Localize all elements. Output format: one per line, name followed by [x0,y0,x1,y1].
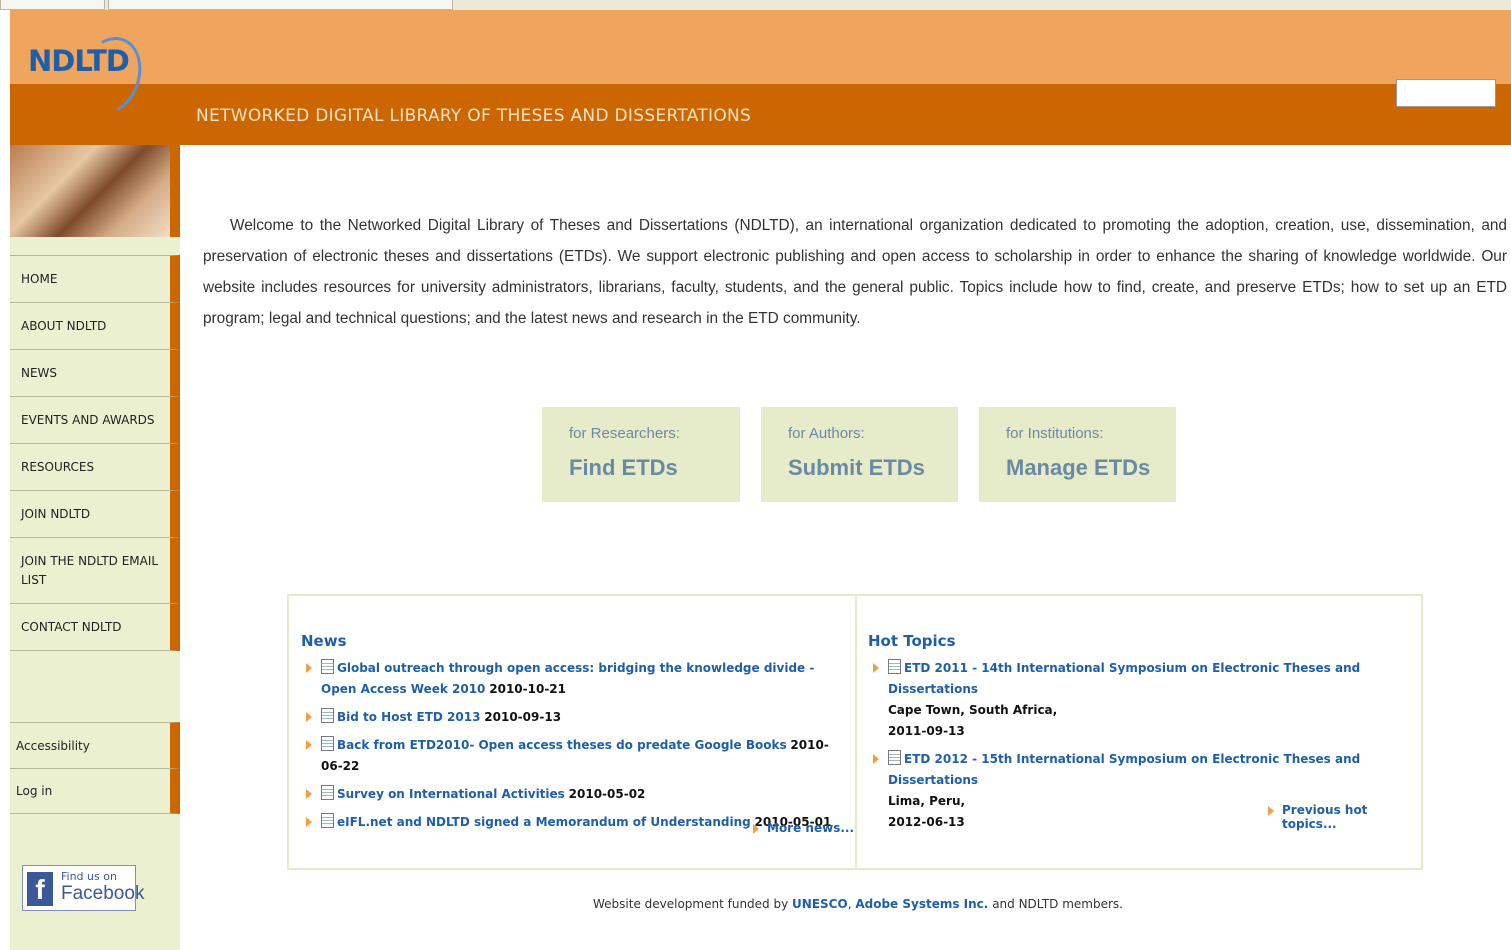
more-news-label: More news... [767,821,855,835]
bullet-arrow-icon [1268,806,1274,816]
sidebar-item-label: HOME [21,272,58,286]
bullet-arrow-icon [306,712,312,722]
cta-sub: for Institutions: [1006,425,1104,442]
list-item: Back from ETD2010- Open access theses do… [301,735,846,777]
news-heading: News [301,632,347,650]
sidebar-item-contact[interactable]: CONTACT NDLTD [10,603,180,651]
facebook-line1: Find us on [61,870,117,883]
cta-sub: for Authors: [788,425,865,442]
sidebar-item-label: NEWS [21,366,58,380]
intro-text: Welcome to the Networked Digital Library… [203,217,1507,327]
previous-hot-topics-label: Previous hot topics... [1282,803,1368,831]
cta-authors[interactable]: for Authors: Submit ETDs [761,407,958,502]
header-top-band [10,10,1511,84]
sidebar-nav: HOME ABOUT NDLTD NEWS EVENTS AND AWARDS … [10,255,180,651]
news-date: 2010-09-13 [484,710,562,724]
news-link[interactable]: Survey on International Activities [337,787,565,801]
bullet-arrow-icon [306,740,312,750]
cta-researchers[interactable]: for Researchers: Find ETDs [542,407,740,502]
hot-topics-heading: Hot Topics [868,632,956,650]
footer-prefix: Website development funded by [593,897,789,911]
news-topics-panel: News Global outreach through open access… [287,594,1423,870]
news-link[interactable]: Bid to Host ETD 2013 [337,710,480,724]
document-icon [321,708,334,723]
sidebar-photo [10,145,170,237]
document-icon [888,750,901,765]
news-link[interactable]: Back from ETD2010- Open access theses do… [337,738,787,752]
sidebar-item-news[interactable]: NEWS [10,349,180,396]
browser-chrome [0,0,1511,10]
sidebar-item-login[interactable]: Log in [10,768,180,814]
document-icon [321,813,334,828]
bullet-arrow-icon [873,754,879,764]
list-item: ETD 2011 - 14th International Symposium … [868,658,1408,742]
sidebar-bottom-nav: Accessibility Log in [10,722,180,814]
news-date: 2010-05-02 [568,787,646,801]
sidebar-item-events[interactable]: EVENTS AND AWARDS [10,396,180,443]
list-item: Survey on International Activities 2010-… [301,784,846,805]
hot-topic-location: Cape Town, South Africa, [888,703,1058,717]
sidebar-item-label: JOIN NDLTD [21,507,91,521]
previous-hot-topics-link[interactable]: Previous hot topics... [1268,803,1421,831]
more-news-link[interactable]: More news... [753,821,854,835]
sidebar-item-label: CONTACT NDLTD [21,620,122,634]
news-column: News Global outreach through open access… [301,632,846,840]
bullet-arrow-icon [753,824,759,834]
browser-tab[interactable] [0,0,105,10]
bullet-arrow-icon [306,789,312,799]
list-item: Bid to Host ETD 2013 2010-09-13 [301,707,846,728]
bullet-arrow-icon [306,817,312,827]
sidebar-item-label: EVENTS AND AWARDS [21,413,155,427]
bullet-arrow-icon [306,663,312,673]
sidebar-item-label: Accessibility [16,738,90,753]
sidebar-item-email-list[interactable]: JOIN THE NDLTD EMAIL LIST [10,537,180,603]
sidebar-item-about[interactable]: ABOUT NDLTD [10,302,180,349]
footer-link-adobe[interactable]: Adobe Systems Inc. [855,897,988,911]
site-title: NETWORKED DIGITAL LIBRARY OF THESES AND … [196,106,752,126]
search-input[interactable] [1396,79,1496,107]
sidebar-item-accessibility[interactable]: Accessibility [10,722,180,768]
cta-main: Submit ETDs [788,455,925,480]
sidebar-item-label: RESOURCES [21,460,95,474]
hot-topic-link[interactable]: ETD 2011 - 14th International Symposium … [888,661,1360,696]
sidebar-item-label: ABOUT NDLTD [21,319,107,333]
sidebar-item-home[interactable]: HOME [10,255,180,302]
cta-main: Find ETDs [569,455,678,480]
hot-topic-date: 2011-09-13 [888,724,965,738]
cta-institutions[interactable]: for Institutions: Manage ETDs [979,407,1176,502]
footer: Website development funded by UNESCO, Ad… [0,897,1511,911]
panel-divider [855,596,857,868]
document-icon [888,659,901,674]
document-icon [321,736,334,751]
site-logo[interactable]: NDLTD [28,44,130,78]
document-icon [321,785,334,800]
list-item: Global outreach through open access: bri… [301,658,846,700]
cta-main: Manage ETDs [1006,455,1151,480]
news-date: 2010-10-21 [489,682,567,696]
sidebar-item-label: JOIN THE NDLTD EMAIL LIST [21,553,159,587]
footer-link-unesco[interactable]: UNESCO [792,897,848,911]
sidebar-item-resources[interactable]: RESOURCES [10,443,180,490]
footer-suffix: and NDLTD members. [992,897,1123,911]
browser-tab-active[interactable] [108,0,453,10]
news-link[interactable]: Global outreach through open access: bri… [321,661,814,696]
news-link[interactable]: eIFL.net and NDLTD signed a Memorandum o… [337,815,751,829]
sidebar-photo-accent [170,145,180,237]
hot-topic-link[interactable]: ETD 2012 - 15th International Symposium … [888,752,1360,787]
document-icon [321,659,334,674]
bullet-arrow-icon [873,663,879,673]
cta-sub: for Researchers: [569,425,680,442]
sidebar: HOME ABOUT NDLTD NEWS EVENTS AND AWARDS … [10,145,180,950]
sidebar-item-label: Log in [16,784,53,798]
footer-separator: , [847,897,852,911]
sidebar-item-join[interactable]: JOIN NDLTD [10,490,180,537]
